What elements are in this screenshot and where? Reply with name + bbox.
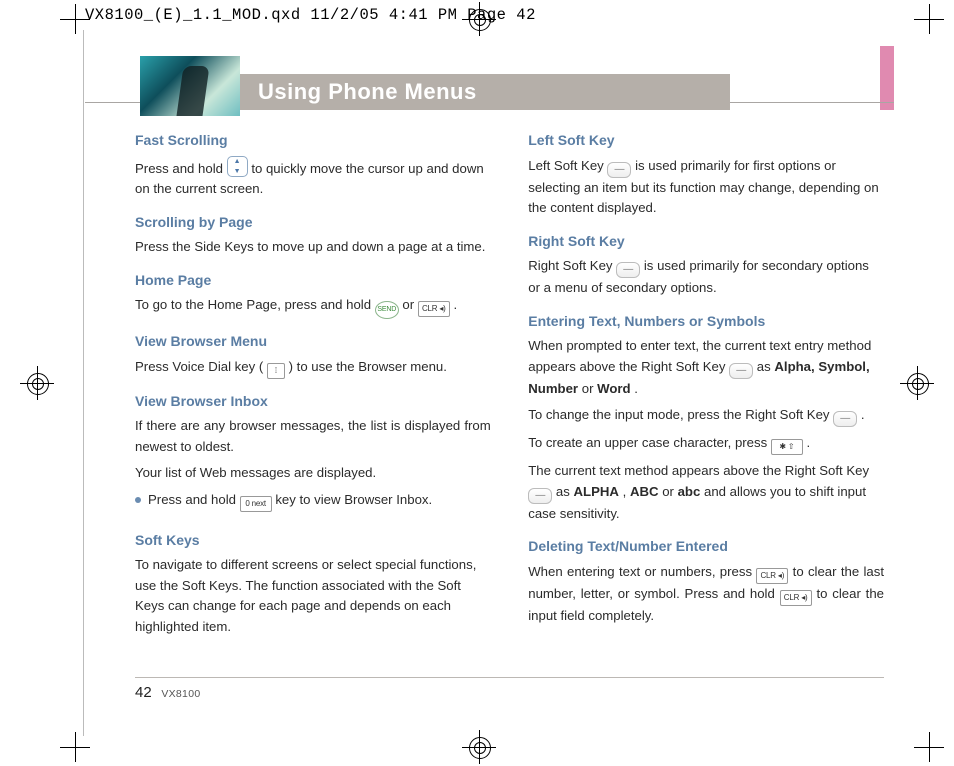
text-bold: ALPHA — [574, 484, 619, 499]
text: or — [582, 381, 597, 396]
para-view-browser-inbox-3: Press and hold 0 next key to view Browse… — [148, 490, 432, 512]
registration-mark-top — [462, 2, 496, 36]
text: . — [861, 407, 865, 422]
right-soft-key-icon — [833, 411, 857, 427]
clr-key-icon: CLR ◂) — [780, 590, 812, 606]
heading-entering-text: Entering Text, Numbers or Symbols — [528, 311, 884, 333]
crop-mark-br — [914, 732, 944, 762]
registration-mark-bottom — [462, 730, 496, 764]
text: or — [662, 484, 677, 499]
bullet-icon — [135, 497, 141, 503]
heading-scrolling-page: Scrolling by Page — [135, 212, 491, 234]
text: as — [556, 484, 574, 499]
text: or — [402, 297, 417, 312]
para-left-soft-key: Left Soft Key is used primarily for firs… — [528, 156, 884, 219]
heading-soft-keys: Soft Keys — [135, 530, 491, 552]
clr-key-icon: CLR ◂) — [756, 568, 788, 584]
heading-home-page: Home Page — [135, 270, 491, 292]
para-entering-text-1: When prompted to enter text, the current… — [528, 336, 884, 399]
heading-view-browser-inbox: View Browser Inbox — [135, 391, 491, 413]
text: Press and hold — [148, 492, 240, 507]
heading-deleting-text: Deleting Text/Number Entered — [528, 536, 884, 558]
text: . — [453, 297, 457, 312]
title-band: Using Phone Menus — [240, 74, 730, 110]
zero-key-icon: 0 next — [240, 496, 272, 512]
right-soft-key-icon — [729, 363, 753, 379]
text: To go to the Home Page, press and hold — [135, 297, 375, 312]
para-deleting-text: When entering text or numbers, press CLR… — [528, 562, 884, 626]
text: When entering text or numbers, press — [528, 564, 756, 579]
star-shift-key-icon: ✱ ⇧ — [771, 439, 803, 455]
right-soft-key-icon — [528, 488, 552, 504]
para-scrolling-page: Press the Side Keys to move up and down … — [135, 237, 491, 257]
para-entering-text-4: The current text method appears above th… — [528, 461, 884, 524]
bullet-row-browser-inbox: Press and hold 0 next key to view Browse… — [135, 490, 491, 518]
text: Press and hold — [135, 161, 227, 176]
footer: 42 VX8100 — [135, 684, 200, 701]
crop-mark-bl — [60, 732, 90, 762]
send-key-icon: SEND — [375, 301, 399, 319]
voice-dial-key-icon: ⁞ — [267, 363, 285, 379]
text: as — [757, 359, 775, 374]
para-right-soft-key: Right Soft Key is used primarily for sec… — [528, 256, 884, 298]
page-number: 42 — [135, 684, 152, 701]
para-entering-text-2: To change the input mode, press the Righ… — [528, 405, 884, 427]
text: Press Voice Dial key ( — [135, 359, 267, 374]
text: ) to use the Browser menu. — [289, 359, 447, 374]
text: . — [634, 381, 638, 396]
column-left: Fast Scrolling Press and hold to quickly… — [135, 130, 491, 666]
text: To change the input mode, press the Righ… — [528, 407, 833, 422]
footer-rule — [135, 677, 884, 678]
para-soft-keys: To navigate to different screens or sele… — [135, 555, 491, 637]
page-title: Using Phone Menus — [258, 79, 477, 105]
text: Right Soft Key — [528, 258, 616, 273]
clr-key-icon: CLR ◂) — [418, 301, 450, 317]
column-right: Left Soft Key Left Soft Key is used prim… — [528, 130, 884, 666]
columns: Fast Scrolling Press and hold to quickly… — [135, 130, 884, 666]
text: Left Soft Key — [528, 158, 607, 173]
crop-mark-tr — [914, 4, 944, 34]
text: key to view Browser Inbox. — [275, 492, 432, 507]
para-view-browser-inbox-2: Your list of Web messages are displayed. — [135, 463, 491, 483]
heading-fast-scrolling: Fast Scrolling — [135, 130, 491, 152]
crop-mark-tl — [60, 4, 90, 34]
text-bold: ABC — [630, 484, 659, 499]
heading-right-soft-key: Right Soft Key — [528, 231, 884, 253]
registration-mark-right — [900, 366, 934, 400]
left-soft-key-icon — [607, 162, 631, 178]
page: Using Phone Menus Fast Scrolling Press a… — [85, 46, 894, 706]
text: , — [623, 484, 630, 499]
text: The current text method appears above th… — [528, 463, 869, 478]
right-soft-key-icon — [616, 262, 640, 278]
para-fast-scrolling: Press and hold to quickly move the curso… — [135, 156, 491, 200]
title-thumbnail — [140, 56, 240, 116]
model-label: VX8100 — [161, 688, 200, 700]
text-bold: abc — [678, 484, 701, 499]
heading-view-browser-menu: View Browser Menu — [135, 331, 491, 353]
text-bold: Word — [597, 381, 630, 396]
para-entering-text-3: To create an upper case character, press… — [528, 433, 884, 455]
title-accent — [880, 46, 894, 110]
para-view-browser-menu: Press Voice Dial key ( ⁞ ) to use the Br… — [135, 357, 491, 379]
registration-mark-left — [20, 366, 54, 400]
bleed-guide — [83, 30, 84, 736]
para-home-page: To go to the Home Page, press and hold S… — [135, 295, 491, 319]
para-view-browser-inbox-1: If there are any browser messages, the l… — [135, 416, 491, 457]
nav-key-icon — [227, 156, 248, 177]
text: . — [807, 435, 811, 450]
text: To create an upper case character, press — [528, 435, 771, 450]
heading-left-soft-key: Left Soft Key — [528, 130, 884, 152]
